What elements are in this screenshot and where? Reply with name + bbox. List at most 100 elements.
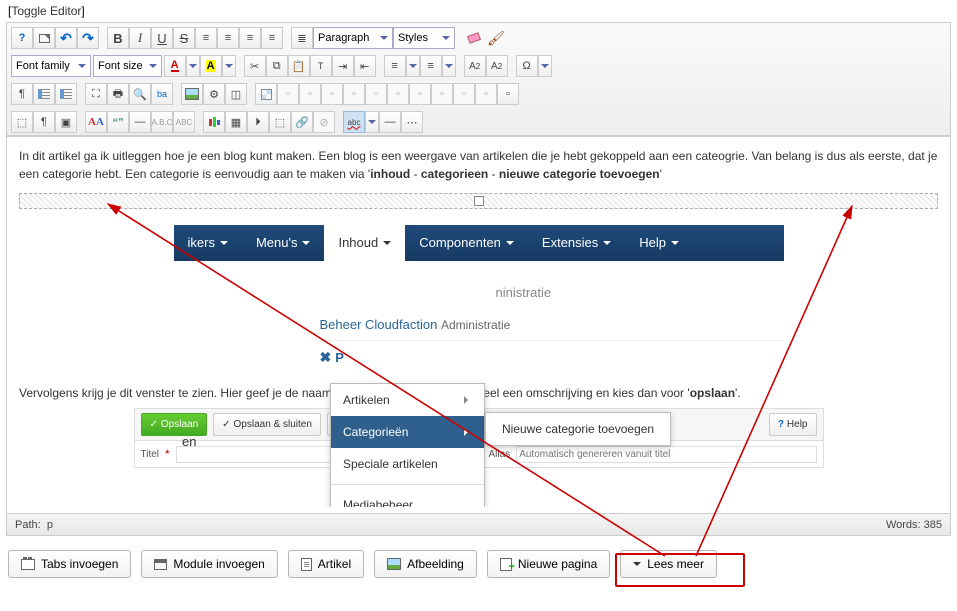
spellcheck-dropdown[interactable] <box>365 111 379 133</box>
numbered-list-icon[interactable]: ≡ <box>384 55 406 77</box>
align-justify-icon[interactable]: ≡ <box>261 27 283 49</box>
table-delete-row-icon[interactable]: ▫ <box>321 83 343 105</box>
undo-icon[interactable]: ↶ <box>55 27 77 49</box>
italic-button[interactable]: I <box>129 27 151 49</box>
eraser-icon[interactable] <box>463 27 485 49</box>
unlink-icon[interactable]: ⊘ <box>313 111 335 133</box>
special-char-icon[interactable]: Ω <box>516 55 538 77</box>
link-icon[interactable]: 🔗 <box>291 111 313 133</box>
bullet-list-icon[interactable]: ≡ <box>420 55 442 77</box>
nav-users[interactable]: ikers <box>174 225 242 261</box>
nav-menus[interactable]: Menu's <box>242 225 325 261</box>
outdent-icon[interactable]: ⇤ <box>354 55 376 77</box>
find-icon[interactable]: 🔍 <box>129 83 151 105</box>
toggle-editor-link[interactable]: Toggle Editor <box>0 0 957 22</box>
table-split-icon[interactable]: ▫ <box>431 83 453 105</box>
module-invoegen-button[interactable]: Module invoegen <box>141 550 277 578</box>
paste-text-icon[interactable]: T <box>310 55 332 77</box>
new-document-icon[interactable] <box>33 27 55 49</box>
admin-link[interactable]: Beheer Cloudfaction <box>320 317 438 332</box>
font-size-select[interactable]: Font size <box>93 55 162 77</box>
nav-inhoud[interactable]: Inhoud <box>324 225 405 261</box>
crop-icon[interactable]: ◫ <box>225 83 247 105</box>
format-styles-select[interactable]: Styles <box>393 27 455 49</box>
image-icon[interactable] <box>181 83 203 105</box>
embedded-save-button[interactable]: ✓Opslaan <box>141 413 208 436</box>
hr-icon[interactable]: — <box>129 111 151 133</box>
bold-button[interactable]: B <box>107 27 129 49</box>
table-merge-icon[interactable]: ▫ <box>409 83 431 105</box>
format-paragraph-select[interactable]: Paragraph <box>313 27 393 49</box>
task-icon[interactable] <box>33 83 55 105</box>
media-icon[interactable]: ▦ <box>225 111 247 133</box>
submenu-speciale[interactable]: Speciale artikelen <box>331 448 484 480</box>
submenu-flyout-nieuwe-categorie[interactable]: Nieuwe categorie toevoegen <box>485 412 671 446</box>
cleanup-icon[interactable]: 🖌 <box>485 27 507 49</box>
para-icon[interactable]: ¶ <box>11 83 33 105</box>
editor-content[interactable]: In dit artikel ga ik uitleggen hoe je ee… <box>7 137 950 507</box>
flash-icon[interactable]: ⏵ <box>247 111 269 133</box>
style-a-icon[interactable]: AA <box>85 111 107 133</box>
background-color-icon[interactable]: A <box>200 55 222 77</box>
special-char-dropdown[interactable] <box>538 55 552 77</box>
align-right-icon[interactable]: ≡ <box>239 27 261 49</box>
background-color-dropdown[interactable] <box>222 55 236 77</box>
strikethrough-button[interactable]: S <box>173 27 195 49</box>
bullist-dropdown[interactable] <box>442 55 456 77</box>
image-props-icon[interactable]: ⚙ <box>203 83 225 105</box>
table-col-before-icon[interactable]: ▫ <box>343 83 365 105</box>
text-color-dropdown[interactable] <box>186 55 200 77</box>
fullscreen-icon[interactable]: ⛶ <box>85 83 107 105</box>
layer-icon[interactable]: ▣ <box>55 111 77 133</box>
table-delete-col-icon[interactable]: ▫ <box>387 83 409 105</box>
embed-icon[interactable]: ⬚ <box>269 111 291 133</box>
remove-format-icon[interactable]: ABC <box>173 111 195 133</box>
readmore-divider[interactable] <box>19 193 938 209</box>
table-row-after-icon[interactable]: ▫ <box>299 83 321 105</box>
embedded-save-close-button[interactable]: ✓Opslaan & sluiten <box>213 413 321 436</box>
artikel-button[interactable]: Artikel <box>288 550 364 578</box>
embedded-help-button[interactable]: ?Help <box>769 413 817 436</box>
table-delete-icon[interactable]: ▫ <box>497 83 519 105</box>
table-row-before-icon[interactable]: ▫ <box>277 83 299 105</box>
table-cell-props-icon[interactable]: ▫ <box>475 83 497 105</box>
indent-icon[interactable]: ⇥ <box>332 55 354 77</box>
nav-help[interactable]: Help <box>625 225 693 261</box>
alias-input[interactable] <box>516 446 816 463</box>
readmore-toolbar-icon[interactable]: — <box>379 111 401 133</box>
show-blocks-icon[interactable]: ⬚ <box>11 111 33 133</box>
spellcheck-icon[interactable]: abc <box>343 111 365 133</box>
nieuwe-pagina-button[interactable]: Nieuwe pagina <box>487 550 610 578</box>
table-props-icon[interactable]: ▫ <box>453 83 475 105</box>
abc-icon[interactable]: A.B.C <box>151 111 173 133</box>
paste-icon[interactable]: 📋 <box>288 55 310 77</box>
quote-icon[interactable]: ❝❞ <box>107 111 129 133</box>
align-left-icon[interactable]: ≡ <box>195 27 217 49</box>
chart-icon[interactable] <box>203 111 225 133</box>
table-col-after-icon[interactable]: ▫ <box>365 83 387 105</box>
redo-icon[interactable]: ↷ <box>77 27 99 49</box>
subscript-icon[interactable]: A2 <box>464 55 486 77</box>
align-center-icon[interactable]: ≡ <box>217 27 239 49</box>
help-icon[interactable]: ? <box>11 27 33 49</box>
underline-button[interactable]: U <box>151 27 173 49</box>
para2-icon[interactable]: ¶ <box>33 111 55 133</box>
numlist-dropdown[interactable] <box>406 55 420 77</box>
submenu-categorieen[interactable]: Categorieën <box>331 416 484 448</box>
text-color-icon[interactable]: A <box>164 55 186 77</box>
font-family-select[interactable]: Font family <box>11 55 91 77</box>
task2-icon[interactable] <box>55 83 77 105</box>
lees-meer-button[interactable]: Lees meer <box>620 550 717 578</box>
table-icon[interactable] <box>255 83 277 105</box>
superscript-icon[interactable]: A2 <box>486 55 508 77</box>
nav-componenten[interactable]: Componenten <box>405 225 528 261</box>
print-icon[interactable]: 🖶 <box>107 83 129 105</box>
pagebreak-toolbar-icon[interactable]: ⋯ <box>401 111 423 133</box>
list-icon[interactable]: ≣ <box>291 27 313 49</box>
copy-icon[interactable]: ⧉ <box>266 55 288 77</box>
tabs-invoegen-button[interactable]: Tabs invoegen <box>8 550 131 578</box>
replace-icon[interactable]: ba <box>151 83 173 105</box>
cut-icon[interactable]: ✂ <box>244 55 266 77</box>
submenu-artikelen[interactable]: Artikelen <box>331 384 484 416</box>
afbeelding-button[interactable]: Afbeelding <box>374 550 477 578</box>
